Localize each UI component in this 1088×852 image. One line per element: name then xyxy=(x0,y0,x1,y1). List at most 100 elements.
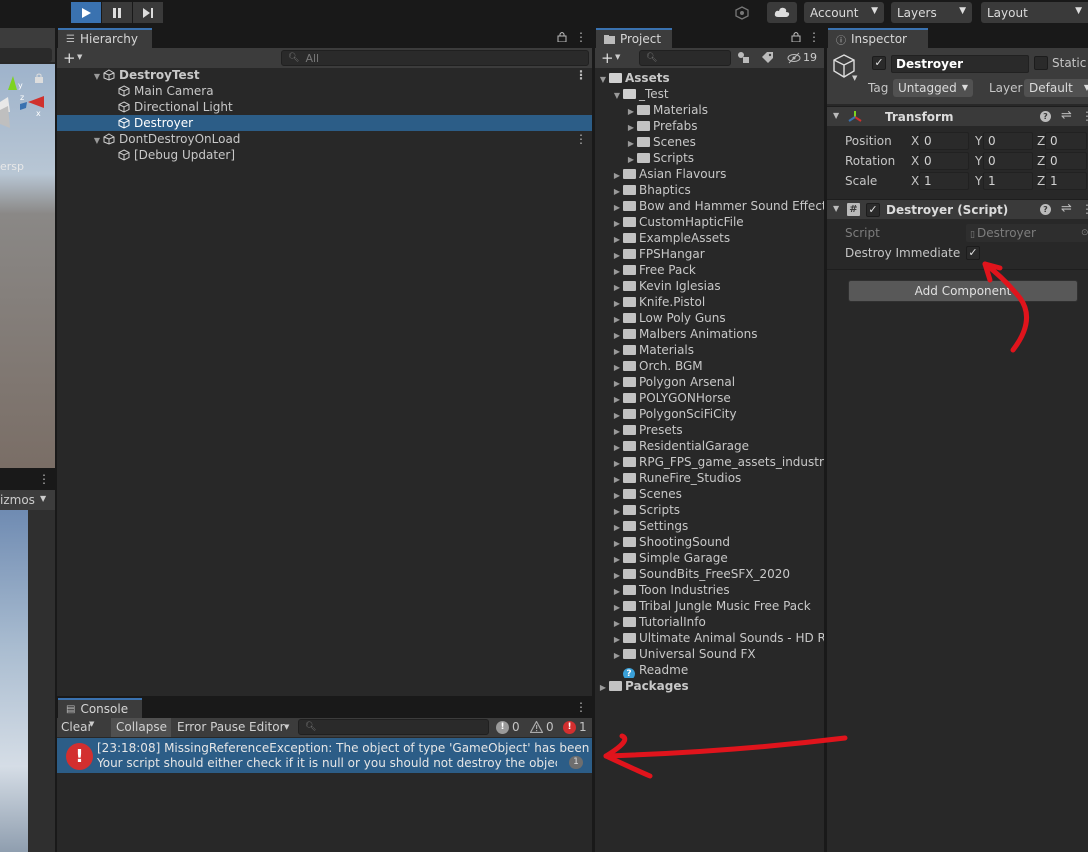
project-item-folder[interactable]: ▶ Kevin Iglesias xyxy=(595,278,824,294)
transform-header[interactable]: ▼ Transform ? ⇌ ⋮ xyxy=(827,106,1088,126)
project-item-folder[interactable]: ▶ Scenes xyxy=(595,134,824,150)
project-item-folder[interactable]: ▶ SoundBits_FreeSFX_2020 xyxy=(595,566,824,582)
transform-position-z-field[interactable]: 0 xyxy=(1045,132,1087,150)
filter-by-label-icon[interactable] xyxy=(761,51,774,67)
chevron-right-icon[interactable]: ▶ xyxy=(611,520,623,534)
project-item-folder[interactable]: ▶ POLYGONHorse xyxy=(595,390,824,406)
project-item-folder[interactable]: ▶ Malbers Animations xyxy=(595,326,824,342)
chevron-down-icon[interactable]: ▼ xyxy=(91,69,103,83)
chevron-down-icon[interactable]: ▼ xyxy=(597,72,609,86)
hierarchy-item-main-camera[interactable]: Main Camera xyxy=(57,83,592,99)
help-icon[interactable]: ? xyxy=(1040,111,1051,122)
chevron-right-icon[interactable]: ▶ xyxy=(611,648,623,662)
hierarchy-item-destroytest[interactable]: ▼ DestroyTest ⋮ xyxy=(57,67,592,83)
project-item-folder[interactable]: ▶ Knife.Pistol xyxy=(595,294,824,310)
static-checkbox[interactable] xyxy=(1034,56,1048,70)
project-item-folder[interactable]: ▶ PolygonSciFiCity xyxy=(595,406,824,422)
transform-position-y-field[interactable]: 0 xyxy=(983,132,1033,150)
chevron-right-icon[interactable]: ▶ xyxy=(611,488,623,502)
project-item-folder[interactable]: ▶ Orch. BGM xyxy=(595,358,824,374)
project-item-folder[interactable]: ▶ FPSHangar xyxy=(595,246,824,262)
chevron-down-icon[interactable]: ▼ xyxy=(40,494,46,503)
chevron-right-icon[interactable]: ▶ xyxy=(611,632,623,646)
chevron-down-icon[interactable]: ▼ xyxy=(91,133,103,147)
collab-button[interactable] xyxy=(730,2,754,23)
chevron-right-icon[interactable]: ▶ xyxy=(611,440,623,454)
collapse-button[interactable]: Collapse xyxy=(111,718,171,737)
chevron-right-icon[interactable]: ▶ xyxy=(611,552,623,566)
project-item-folder[interactable]: ▶ Materials xyxy=(595,102,824,118)
chevron-right-icon[interactable]: ▶ xyxy=(611,536,623,550)
project-item-folder[interactable]: ▶ Scenes xyxy=(595,486,824,502)
console-search-input[interactable]: 🔍︎ xyxy=(298,719,489,735)
scene-viewport[interactable]: y x z ersp xyxy=(0,64,55,468)
chevron-right-icon[interactable]: ▶ xyxy=(611,616,623,630)
lock-icon[interactable] xyxy=(557,31,567,45)
game-viewport[interactable] xyxy=(0,510,28,852)
chevron-right-icon[interactable]: ▶ xyxy=(611,456,623,470)
chevron-down-icon[interactable]: ▼ xyxy=(77,53,82,61)
active-checkbox[interactable]: ✓ xyxy=(872,56,886,70)
chevron-right-icon[interactable]: ▶ xyxy=(611,232,623,246)
destroy-immediate-checkbox[interactable]: ✓ xyxy=(966,246,980,260)
object-name-field[interactable]: Destroyer xyxy=(891,55,1029,73)
filter-by-type-icon[interactable] xyxy=(737,51,750,67)
project-item-folder[interactable]: ▶ Tribal Jungle Music Free Pack xyxy=(595,598,824,614)
hierarchy-item-directional-light[interactable]: Directional Light xyxy=(57,99,592,115)
project-item-folder[interactable]: ▶ Low Poly Guns xyxy=(595,310,824,326)
console-log-entry[interactable]: ! [23:18:08] MissingReferenceException: … xyxy=(57,738,592,773)
project-item-folder[interactable]: ▶ ExampleAssets xyxy=(595,230,824,246)
hierarchy-menu-icon[interactable]: ⋮ xyxy=(575,30,587,44)
tab-inspector[interactable]: ⓘ Inspector xyxy=(828,28,928,48)
transform-scale-y-field[interactable]: 1 xyxy=(983,172,1033,190)
tab-console[interactable]: ▤ Console xyxy=(58,698,142,718)
cloud-button[interactable] xyxy=(767,2,797,23)
chevron-down-icon[interactable]: ▼ xyxy=(89,720,94,728)
chevron-down-icon[interactable]: ▼ xyxy=(852,74,857,82)
warning-filter-toggle[interactable]: 0 xyxy=(530,720,554,734)
script-component-header[interactable]: ▼ # ✓ Destroyer (Script) ? ⇌ ⋮ xyxy=(827,199,1088,219)
chevron-right-icon[interactable]: ▶ xyxy=(611,408,623,422)
chevron-down-icon[interactable]: ▼ xyxy=(611,88,623,102)
project-item-folder[interactable]: ▶ Scripts xyxy=(595,502,824,518)
add-component-button[interactable]: Add Component xyxy=(848,280,1078,302)
step-button[interactable] xyxy=(133,2,163,23)
game-panel-menu-icon[interactable]: ⋮ xyxy=(38,472,50,486)
project-item-readme[interactable]: ? Readme xyxy=(595,662,824,678)
scene-gizmo-icon[interactable]: y x z xyxy=(0,72,55,142)
layer-dropdown[interactable]: Default ▼ xyxy=(1024,79,1088,97)
project-item-folder[interactable]: ▶ CustomHapticFile xyxy=(595,214,824,230)
chevron-right-icon[interactable]: ▶ xyxy=(597,680,609,694)
error-pause-button[interactable]: Error Pause xyxy=(177,720,245,734)
chevron-right-icon[interactable]: ▶ xyxy=(611,504,623,518)
presets-icon[interactable]: ⇌ xyxy=(1061,201,1072,216)
chevron-right-icon[interactable]: ▶ xyxy=(611,296,623,310)
project-item-packages[interactable]: ▶ Packages xyxy=(595,678,824,694)
tab-hierarchy[interactable]: ☰ Hierarchy xyxy=(58,28,152,48)
tab-project[interactable]: Project xyxy=(596,28,672,48)
presets-icon[interactable]: ⇌ xyxy=(1061,108,1072,123)
gizmos-label[interactable]: izmos xyxy=(0,493,35,507)
chevron-right-icon[interactable]: ▶ xyxy=(611,200,623,214)
chevron-right-icon[interactable]: ▶ xyxy=(611,568,623,582)
hierarchy-item-dontdestroyonload[interactable]: ▼ DontDestroyOnLoad ⋮ xyxy=(57,131,592,147)
persp-label[interactable]: ersp xyxy=(0,160,24,173)
scene-menu-icon[interactable]: ⋮ xyxy=(575,131,587,147)
hierarchy-item-destroyer[interactable]: Destroyer xyxy=(57,115,592,131)
chevron-right-icon[interactable]: ▶ xyxy=(611,216,623,230)
tag-dropdown[interactable]: Untagged ▼ xyxy=(893,79,973,97)
project-item-folder[interactable]: ▶ Scripts xyxy=(595,150,824,166)
chevron-right-icon[interactable]: ▶ xyxy=(611,344,623,358)
chevron-right-icon[interactable]: ▶ xyxy=(611,424,623,438)
chevron-down-icon[interactable]: ▼ xyxy=(833,111,839,120)
add-icon[interactable]: + xyxy=(63,49,76,67)
scene-menu-icon[interactable]: ⋮ xyxy=(575,67,587,83)
layout-dropdown[interactable]: Layout ▼ xyxy=(981,2,1088,23)
project-item-folder[interactable]: ▶ Prefabs xyxy=(595,118,824,134)
pause-button[interactable] xyxy=(102,2,132,23)
transform-scale-z-field[interactable]: 1 xyxy=(1045,172,1087,190)
lock-icon[interactable] xyxy=(34,72,44,83)
chevron-right-icon[interactable]: ▶ xyxy=(611,168,623,182)
chevron-right-icon[interactable]: ▶ xyxy=(611,280,623,294)
play-button[interactable] xyxy=(71,2,101,23)
